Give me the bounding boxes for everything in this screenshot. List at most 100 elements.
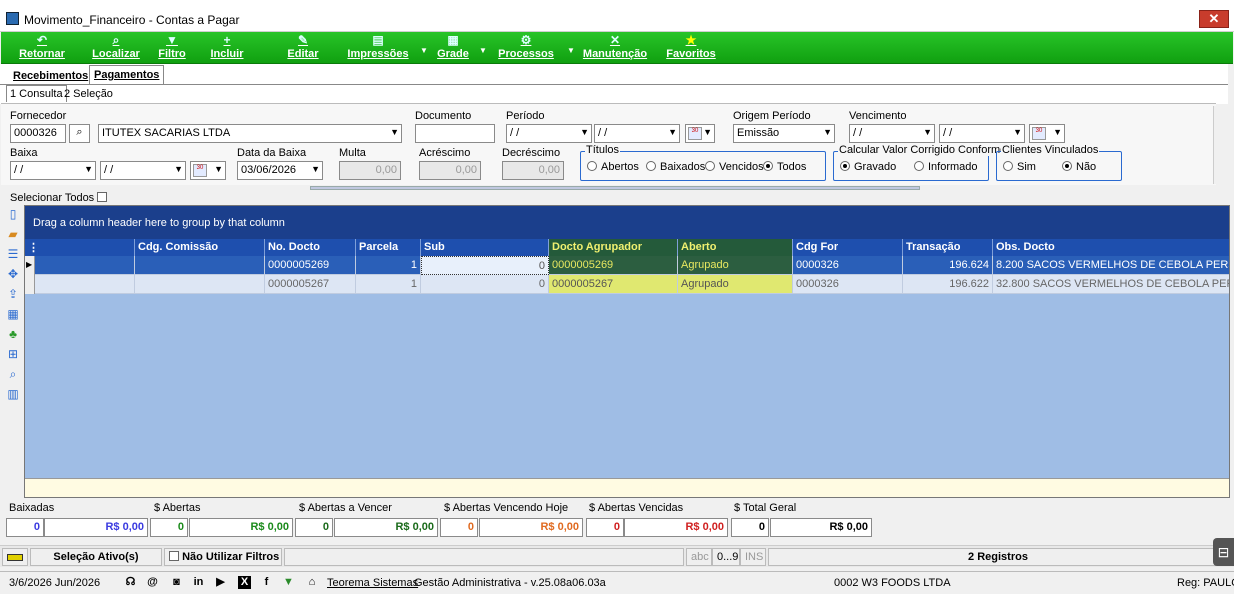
cell-transacao[interactable]: 196.624 <box>903 256 993 275</box>
manutencao-button[interactable]: ✕ Manutenção <box>581 32 649 64</box>
baixa-from-select[interactable]: / / ▼ <box>10 161 96 180</box>
acrescimo-input[interactable]: 0,00 <box>419 161 481 180</box>
col-header-cdg-for[interactable]: Cdg For <box>793 239 903 256</box>
nao-utilizar-filtros-checkbox[interactable]: Não Utilizar Filtros <box>164 548 282 566</box>
selecionar-todos-checkbox[interactable]: Selecionar Todos <box>10 192 108 204</box>
radio-baixados[interactable]: Baixados <box>646 161 705 173</box>
columns-icon[interactable]: ▥ <box>4 387 22 407</box>
close-button[interactable]: ✕ <box>1199 10 1229 28</box>
decrescimo-input[interactable]: 0,00 <box>502 161 564 180</box>
move-icon[interactable]: ✥ <box>4 267 22 287</box>
cell-parcela[interactable]: 1 <box>356 275 421 294</box>
fornecedor-search-button[interactable]: ⌕ <box>69 124 90 143</box>
filter-scrollbar[interactable] <box>1213 106 1227 184</box>
col-header-docto-agrupador[interactable]: Docto Agrupador <box>549 239 678 256</box>
cell-cdg-for[interactable]: 0000326 <box>793 275 903 294</box>
table-icon[interactable]: ▦ <box>4 307 22 327</box>
new-doc-icon[interactable]: ▯ <box>4 207 22 227</box>
cell-no-docto[interactable]: 0000005269 <box>265 256 356 275</box>
add-row-icon[interactable]: ⊞ <box>4 347 22 367</box>
cell-sub[interactable]: 0 <box>421 275 549 294</box>
radio-sim[interactable]: Sim <box>1003 161 1036 173</box>
cell-sub[interactable]: 0 <box>421 256 549 275</box>
row-indicator[interactable] <box>25 275 35 294</box>
radio-gravado[interactable]: Gravado <box>840 161 896 173</box>
impressoes-dropdown-icon[interactable]: ▼ <box>420 46 428 55</box>
zoom-icon[interactable]: ⌕ <box>4 367 22 387</box>
table-row[interactable]: 0000005267 1 0 0000005267 Agrupado 00003… <box>25 275 1229 294</box>
baixa-calendar-button[interactable]: 30 ▼ <box>190 161 226 180</box>
radio-todos[interactable]: Todos <box>763 161 806 173</box>
multa-input[interactable]: 0,00 <box>339 161 401 180</box>
export-icon[interactable]: ⇪ <box>4 287 22 307</box>
cell-obs[interactable]: 8.200 SACOS VERMELHOS DE CEBOLA PERSONAL… <box>993 256 1229 275</box>
col-header-menu[interactable]: ⋮ <box>25 239 135 256</box>
periodo-from-select[interactable]: / / ▼ <box>506 124 592 143</box>
row-indicator-icon[interactable]: ▶ <box>25 256 35 275</box>
localizar-button[interactable]: ⌕ Localizar <box>91 32 141 64</box>
cell-aberto[interactable]: Agrupado <box>678 275 793 294</box>
table-row[interactable]: ▶ 0000005269 1 0 0000005269 Agrupado 000… <box>25 256 1229 275</box>
radio-informado[interactable]: Informado <box>914 161 978 173</box>
retornar-button[interactable]: ↶ Retornar <box>17 32 67 64</box>
folder-icon[interactable]: ▰ <box>4 227 22 247</box>
list-icon[interactable]: ☰ <box>4 247 22 267</box>
cell-transacao[interactable]: 196.622 <box>903 275 993 294</box>
cell-docto-agrupador[interactable]: 0000005269 <box>549 256 678 275</box>
origem-periodo-select[interactable]: Emissão ▼ <box>733 124 835 143</box>
favoritos-button[interactable]: ★ Favoritos <box>665 32 717 64</box>
filtro-button[interactable]: ▼ Filtro <box>155 32 189 64</box>
grade-dropdown-icon[interactable]: ▼ <box>479 46 487 55</box>
vencimento-calendar-button[interactable]: 30 ▼ <box>1029 124 1065 143</box>
cell-cdg-for[interactable]: 0000326 <box>793 256 903 275</box>
tab-selecao[interactable]: 2 Seleção <box>60 85 117 102</box>
x-icon[interactable]: X <box>238 576 251 589</box>
radio-nao[interactable]: Não <box>1062 161 1096 173</box>
tab-consulta[interactable]: 1 Consulta <box>6 85 67 102</box>
periodo-calendar-button[interactable]: 30 ▼ <box>685 124 715 143</box>
data-baixa-select[interactable]: 03/06/2026 ▼ <box>237 161 323 180</box>
fornecedor-name-select[interactable]: ITUTEX SACARIAS LTDA ▼ <box>98 124 402 143</box>
fornecedor-code-input[interactable]: 0000326 <box>10 124 66 143</box>
documento-input[interactable] <box>415 124 495 143</box>
col-header-cdg-comissao[interactable]: Cdg. Comissão <box>135 239 265 256</box>
col-header-parcela[interactable]: Parcela <box>356 239 421 256</box>
cell-aberto[interactable]: Agrupado <box>678 256 793 275</box>
facebook-icon[interactable]: f <box>260 576 273 589</box>
cell-cdg-comissao[interactable] <box>135 275 265 294</box>
baixa-to-select[interactable]: / / ▼ <box>100 161 186 180</box>
teorema-link[interactable]: Teorema Sistemas <box>327 577 418 589</box>
radio-vencidos[interactable]: Vencidos <box>705 161 764 173</box>
side-panel-toggle[interactable]: ⊟ <box>1213 538 1234 566</box>
incluir-button[interactable]: + Incluir <box>207 32 247 64</box>
panel-splitter[interactable] <box>310 186 920 190</box>
instagram-icon[interactable]: ◙ <box>170 576 183 589</box>
col-header-obs-docto[interactable]: Obs. Docto <box>993 239 1229 256</box>
cell-docto-agrupador[interactable]: 0000005267 <box>549 275 678 294</box>
editar-button[interactable]: ✎ Editar <box>283 32 323 64</box>
processos-button[interactable]: ⚙ Processos <box>498 32 554 64</box>
vencimento-to-select[interactable]: / / ▼ <box>939 124 1025 143</box>
tab-recebimentos[interactable]: Recebimentos <box>8 66 93 85</box>
col-header-aberto[interactable]: Aberto <box>678 239 793 256</box>
col-header-transacao[interactable]: Transação <box>903 239 993 256</box>
group-by-panel[interactable]: Drag a column header here to group by th… <box>25 206 1229 239</box>
cell-cdg-comissao[interactable] <box>135 256 265 275</box>
radio-abertos[interactable]: Abertos <box>587 161 639 173</box>
col-header-sub[interactable]: Sub <box>421 239 549 256</box>
tree-icon[interactable]: ♣ <box>4 327 22 347</box>
impressoes-button[interactable]: ▤ Impressões <box>345 32 411 64</box>
periodo-to-select[interactable]: / / ▼ <box>594 124 680 143</box>
cell-obs[interactable]: 32.800 SACOS VERMELHOS DE CEBOLA PERSONA… <box>993 275 1229 294</box>
youtube-icon[interactable]: ▶ <box>214 576 227 589</box>
processos-dropdown-icon[interactable]: ▼ <box>567 46 575 55</box>
cell-parcela[interactable]: 1 <box>356 256 421 275</box>
vencimento-from-select[interactable]: / / ▼ <box>849 124 935 143</box>
selecao-ativo-button[interactable]: Seleção Ativo(s) <box>30 548 162 566</box>
tab-pagamentos[interactable]: Pagamentos <box>89 65 165 84</box>
col-header-no-docto[interactable]: No. Docto <box>265 239 356 256</box>
at-icon[interactable]: @ <box>146 576 159 589</box>
linkedin-icon[interactable]: in <box>192 576 205 589</box>
headset-icon[interactable]: ☊ <box>124 576 137 589</box>
grade-button[interactable]: ▦ Grade <box>435 32 471 64</box>
